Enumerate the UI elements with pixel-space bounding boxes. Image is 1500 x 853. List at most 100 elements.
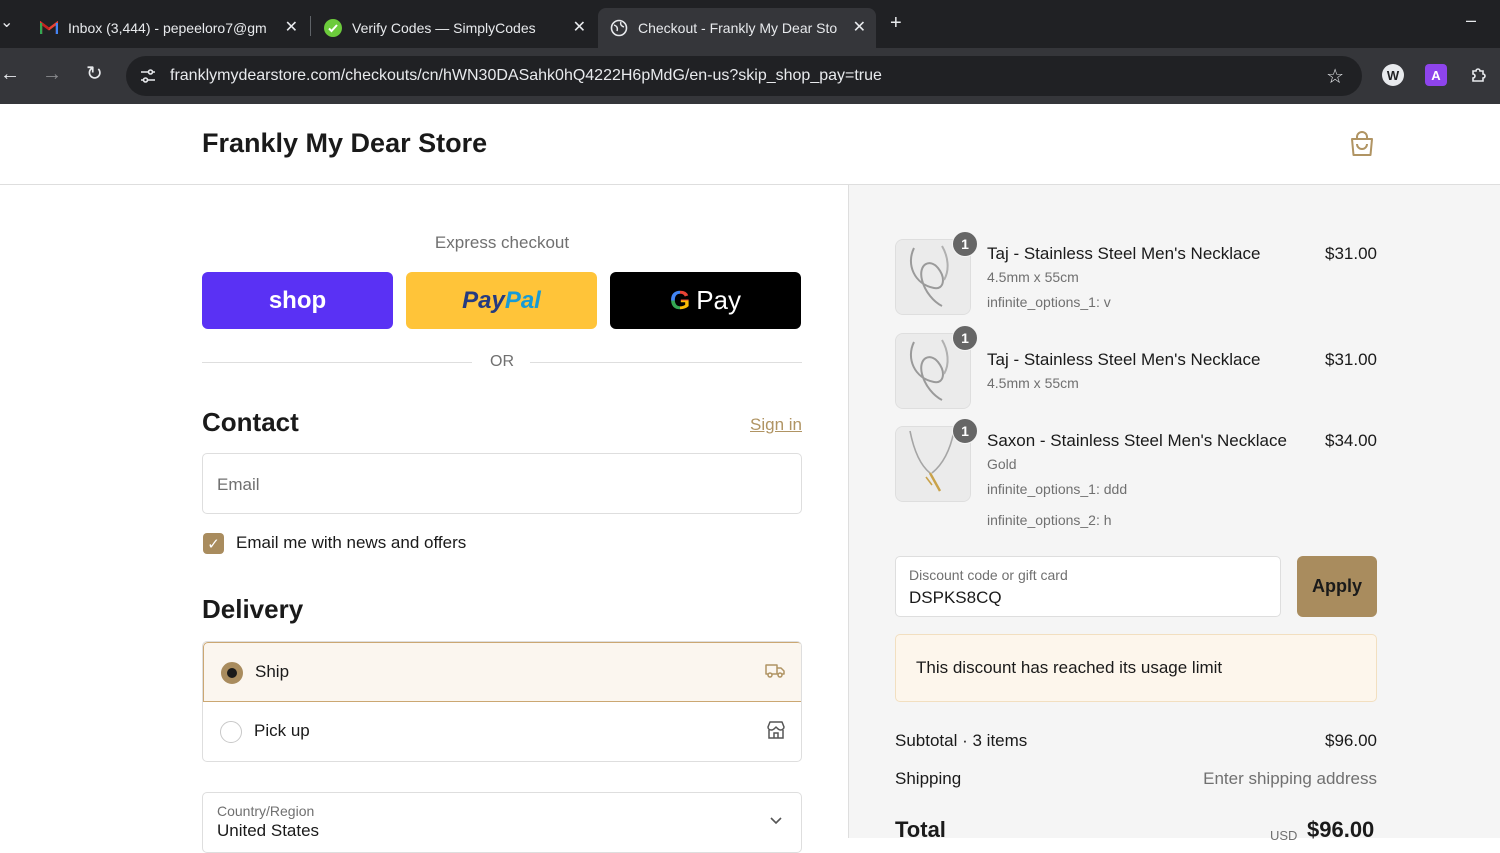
tab-title: Checkout - Frankly My Dear Sto [638,20,838,36]
product-image: 1 [895,418,978,502]
store-name[interactable]: Frankly My Dear Store [202,128,487,159]
cart-item: 1 Taj - Stainless Steel Men's Necklace $… [895,231,1379,319]
item-option: infinite_options_1: ddd [987,481,1128,497]
paypal-logo-part: Pal [504,286,541,314]
shopping-bag-icon[interactable] [1349,130,1375,163]
forward-arrow-icon[interactable]: → [42,64,62,84]
close-tab-icon[interactable]: ✕ [573,17,586,37]
browser-tab-bar: ⌄ Inbox (3,444) - pepeeloro7@gm ✕ Verify… [0,0,1500,48]
shop-pay-button[interactable]: shop [202,272,393,329]
tab-title: Verify Codes — SimplyCodes [352,20,536,36]
tab-gmail[interactable]: Inbox (3,444) - pepeeloro7@gm ✕ [28,8,308,48]
browser-toolbar: ← → ↻ franklymydearstore.com/checkouts/c… [0,48,1500,104]
google-pay-button[interactable]: G Pay [610,272,801,329]
item-price: $34.00 [1325,431,1377,450]
minimize-button[interactable]: – [1466,10,1476,31]
google-g-icon: G [669,285,691,315]
country-label: Country/Region [217,803,315,819]
close-tab-icon[interactable]: ✕ [285,17,298,37]
tab-title: Inbox (3,444) - pepeeloro7@gm [68,20,267,36]
or-divider: OR [202,353,802,373]
tab-separator [310,16,311,36]
item-name: Saxon - Stainless Steel Men's Necklace [987,431,1287,450]
tab-checkout[interactable]: Checkout - Frankly My Dear Sto ✕ [598,8,876,48]
divider-line [530,362,802,363]
chevron-down-icon [769,813,783,831]
total-label: Total [895,817,946,842]
delivery-title: Delivery [202,594,304,624]
store-header: Frankly My Dear Store [0,104,1500,185]
paypal-logo-part: Pay [462,286,505,314]
shop-pay-logo: shop [268,286,327,314]
item-price: $31.00 [1325,350,1377,369]
shipping-label: Shipping [895,769,962,788]
discount-value: DSPKS8CQ [909,588,1002,607]
store-icon [765,720,787,745]
tab-search-chevron-icon[interactable]: ⌄ [0,12,13,32]
discount-code-field[interactable]: Discount code or gift card DSPKS8CQ [895,556,1281,617]
gmail-icon [40,19,58,37]
sign-in-link[interactable]: Sign in [750,415,802,435]
email-field[interactable]: Email [202,453,802,514]
apply-discount-button[interactable]: Apply [1297,556,1377,617]
w-extension-icon[interactable]: W [1382,64,1404,86]
bookmark-star-icon[interactable]: ☆ [1326,64,1344,89]
item-variant: 4.5mm x 55cm [987,375,1079,391]
cart-item: 1 Taj - Stainless Steel Men's Necklace $… [895,325,1379,413]
newsletter-label: Email me with news and offers [236,533,467,552]
truck-icon [764,661,786,684]
tab-simplycodes[interactable]: Verify Codes — SimplyCodes ✕ [312,8,596,48]
new-tab-button[interactable]: + [890,12,902,35]
item-option: infinite_options_1: v [987,294,1111,310]
address-bar[interactable]: franklymydearstore.com/checkouts/cn/hWN3… [126,56,1362,96]
url-text: franklymydearstore.com/checkouts/cn/hWN3… [170,67,882,84]
subtotal-row: Subtotal · 3 items $96.00 [895,731,1377,751]
product-image: 1 [895,325,978,409]
paypal-button[interactable]: Pay Pal [406,272,597,329]
item-option: infinite_options_2: h [987,512,1112,528]
extensions-puzzle-icon[interactable] [1468,64,1490,86]
email-placeholder: Email [217,475,260,494]
item-variant: Gold [987,456,1017,472]
country-value: United States [217,821,320,840]
close-tab-icon[interactable]: ✕ [853,17,866,37]
shipping-value: Enter shipping address [1203,769,1377,788]
ship-label: Ship [255,662,290,681]
a-extension-icon[interactable]: A [1425,64,1447,86]
delivery-option-pickup[interactable]: Pick up [203,702,801,761]
newsletter-checkbox[interactable]: ✓ [203,533,224,554]
site-settings-icon[interactable] [138,66,158,86]
express-checkout-label: Express checkout [434,233,570,252]
shipping-row: Shipping Enter shipping address [895,769,1377,789]
simplycodes-icon [324,19,342,37]
globe-icon [610,19,628,37]
product-image: 1 [895,231,978,315]
delivery-option-ship[interactable]: Ship [203,642,801,702]
quantity-badge: 1 [952,418,978,444]
pickup-radio[interactable] [220,721,242,743]
subtotal-label: Subtotal · 3 items [895,731,1028,750]
total-value: $96.00 [1307,817,1375,842]
gpay-label: Pay [696,285,742,315]
item-price: $31.00 [1325,244,1377,263]
country-region-select[interactable]: Country/Region United States [202,792,802,853]
discount-error-banner: This discount has reached its usage limi… [895,634,1377,702]
item-name: Taj - Stainless Steel Men's Necklace [987,244,1261,263]
order-summary: 1 Taj - Stainless Steel Men's Necklace $… [848,185,1500,843]
ship-radio[interactable] [221,662,243,684]
discount-error-text: This discount has reached its usage limi… [916,658,1223,677]
subtotal-value: $96.00 [1325,731,1377,750]
cart-item: 1 Saxon - Stainless Steel Men's Necklace… [895,418,1379,536]
total-currency: USD [1270,828,1298,843]
divider-line [202,362,472,363]
quantity-badge: 1 [952,231,978,257]
or-text: OR [490,353,514,370]
back-arrow-icon[interactable]: ← [0,64,20,84]
item-name: Taj - Stainless Steel Men's Necklace [987,350,1261,369]
reload-icon[interactable]: ↻ [86,64,103,84]
checkout-page: Frankly My Dear Store Express checkout s… [0,104,1500,853]
delivery-method-group: Ship Pick up [202,641,802,762]
pickup-label: Pick up [254,721,310,740]
discount-label: Discount code or gift card [909,567,1068,583]
item-variant: 4.5mm x 55cm [987,269,1079,285]
